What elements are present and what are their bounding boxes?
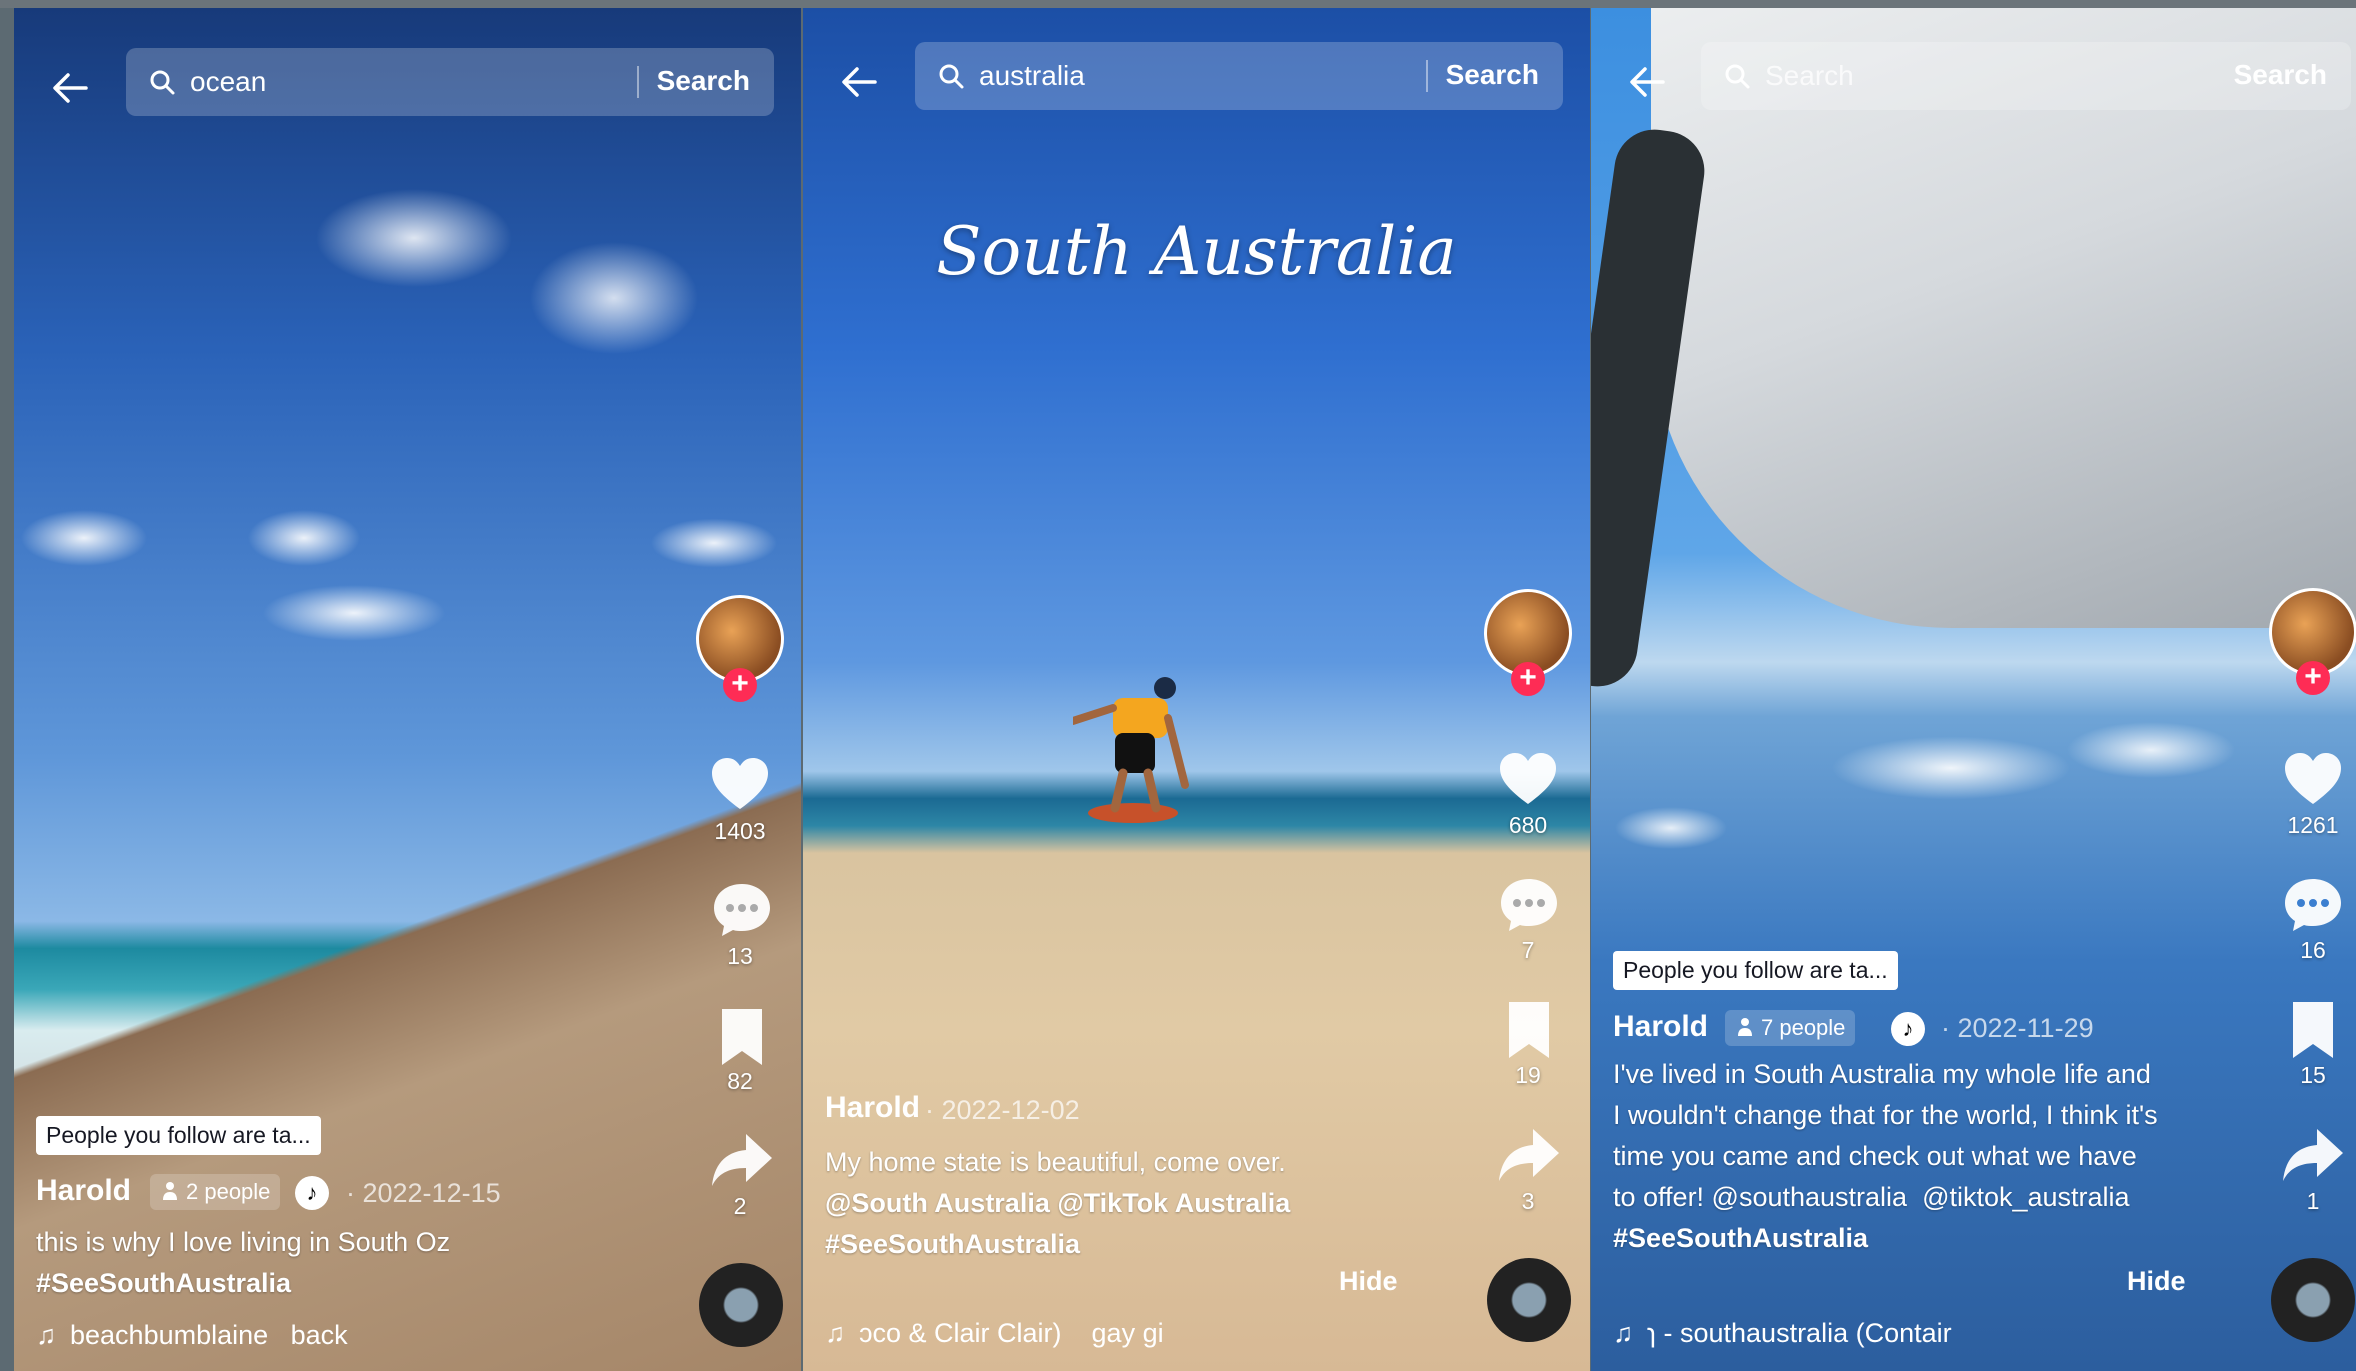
sandboarder-figure <box>1073 677 1189 823</box>
hashtag-link[interactable]: #SeeSouthAustralia <box>1613 1218 2213 1259</box>
hashtag-link[interactable]: #SeeSouthAustralia <box>36 1263 556 1304</box>
music-ticker[interactable]: ♫ ɿ - southaustralia (Contair <box>1613 1318 1952 1349</box>
like-count: 1403 <box>714 818 766 844</box>
author-name[interactable]: Harold <box>1613 1010 1708 1044</box>
share-count: 2 <box>733 1193 747 1219</box>
tiktok-logo-icon: ♪ <box>1891 1012 1925 1046</box>
search-bar[interactable]: ocean Search <box>126 48 774 116</box>
bookmark-icon[interactable] <box>1497 998 1561 1062</box>
comment-icon[interactable] <box>2281 873 2345 937</box>
follow-plus-icon[interactable]: + <box>723 668 757 702</box>
like-count: 680 <box>1508 812 1548 838</box>
post-date: · 2022-12-02 <box>925 1095 1080 1125</box>
caption-line: My home state is beautiful, come over. <box>825 1147 1286 1177</box>
music-disc-icon[interactable] <box>699 1263 783 1347</box>
back-arrow-icon[interactable] <box>50 68 90 108</box>
comment-count: 16 <box>2300 937 2326 963</box>
bookmark-icon[interactable] <box>710 1005 774 1069</box>
share-count: 1 <box>2306 1188 2320 1214</box>
video-caption: I've lived in South Australia my whole l… <box>1613 1054 2213 1259</box>
heart-icon[interactable] <box>1496 748 1560 812</box>
person-icon <box>163 1182 177 1200</box>
author-name[interactable]: Harold <box>36 1174 131 1208</box>
follow-plus-icon[interactable]: + <box>1511 662 1545 696</box>
comment-icon[interactable] <box>710 878 774 942</box>
video-caption: this is why I love living in South Oz #S… <box>36 1222 556 1304</box>
search-icon <box>1725 64 1750 89</box>
search-query[interactable]: australia <box>979 60 1085 92</box>
search-divider <box>637 66 639 98</box>
music-disc-icon[interactable] <box>2271 1258 2355 1342</box>
share-count: 3 <box>1521 1188 1535 1214</box>
share-icon[interactable] <box>710 1128 774 1192</box>
hide-caption-button[interactable]: Hide <box>2127 1266 2186 1297</box>
comment-count: 13 <box>727 943 753 969</box>
caption-line: time you came and check out what we have <box>1613 1141 2137 1171</box>
music-note-icon: ♫ <box>825 1318 846 1348</box>
people-you-follow-pill[interactable]: People you follow are ta... <box>1613 951 1898 990</box>
video-panel-3: Search Search + 1261 16 15 1 People you … <box>1591 8 2356 1371</box>
window-top-strip <box>0 0 2356 8</box>
people-badge[interactable]: 2 people <box>150 1174 281 1210</box>
music-title: ɿ - southaustralia (Contair <box>1647 1318 1952 1348</box>
search-icon <box>939 64 964 89</box>
back-arrow-icon[interactable] <box>839 62 879 102</box>
save-count: 82 <box>727 1068 753 1094</box>
search-placeholder[interactable]: Search <box>1765 60 1854 92</box>
music-disc-icon[interactable] <box>1487 1258 1571 1342</box>
search-bar[interactable]: Search Search <box>1701 42 2351 110</box>
author-name[interactable]: Harold <box>825 1091 920 1125</box>
search-query[interactable]: ocean <box>190 66 266 98</box>
video-overlay-title: South Australia <box>936 213 1457 290</box>
like-count: 1261 <box>2287 812 2339 838</box>
bookmark-icon[interactable] <box>2281 998 2345 1062</box>
video-caption: My home state is beautiful, come over. @… <box>825 1142 1385 1265</box>
video-panel-1: ocean Search + 1403 13 82 2 People you f… <box>14 8 801 1371</box>
search-button[interactable]: Search <box>1446 59 1539 91</box>
search-bar[interactable]: australia Search <box>915 42 1563 110</box>
save-count: 19 <box>1515 1062 1541 1088</box>
music-ticker[interactable]: ♫ beachbumblaine back <box>36 1320 348 1351</box>
music-note-icon: ♫ <box>36 1320 57 1350</box>
search-divider <box>1426 60 1428 92</box>
mention-links[interactable]: to offer! @southaustralia @tiktok_austra… <box>1613 1177 2213 1218</box>
people-count: 2 people <box>186 1179 271 1204</box>
people-count: 7 people <box>1761 1015 1846 1040</box>
search-button[interactable]: Search <box>2234 59 2327 91</box>
people-you-follow-pill[interactable]: People you follow are ta... <box>36 1116 321 1155</box>
heart-icon[interactable] <box>708 753 772 817</box>
search-button[interactable]: Search <box>657 65 750 97</box>
search-icon <box>150 70 175 95</box>
heart-icon[interactable] <box>2281 748 2345 812</box>
caption-line: I've lived in South Australia my whole l… <box>1613 1059 2151 1089</box>
music-ticker[interactable]: ♫ ɔco & Clair Clair) gay gi <box>825 1318 1164 1349</box>
music-title: ɔco & Clair Clair) gay gi <box>859 1318 1164 1348</box>
music-note-icon: ♫ <box>1613 1318 1634 1348</box>
post-date: · 2022-12-15 <box>346 1178 501 1208</box>
person-icon <box>1738 1018 1752 1036</box>
back-arrow-icon[interactable] <box>1627 62 1667 102</box>
hide-caption-button[interactable]: Hide <box>1339 1266 1398 1297</box>
comment-count: 7 <box>1521 937 1535 963</box>
caption-line: this is why I love living in South Oz <box>36 1227 451 1257</box>
caption-line: I wouldn't change that for the world, I … <box>1613 1100 2158 1130</box>
people-badge[interactable]: 7 people <box>1725 1010 1856 1046</box>
save-count: 15 <box>2300 1062 2326 1088</box>
share-icon[interactable] <box>1497 1123 1561 1187</box>
music-title: beachbumblaine back <box>70 1320 348 1350</box>
hashtag-link[interactable]: #SeeSouthAustralia <box>825 1224 1385 1265</box>
video-panel-2: australia Search South Australia + 680 7… <box>803 8 1590 1371</box>
follow-plus-icon[interactable]: + <box>2296 661 2330 695</box>
mention-links[interactable]: @South Australia @TikTok Australia <box>825 1183 1385 1224</box>
share-icon[interactable] <box>2281 1123 2345 1187</box>
tiktok-logo-icon: ♪ <box>295 1176 329 1210</box>
comment-icon[interactable] <box>1497 873 1561 937</box>
post-date: · 2022-11-29 <box>1941 1013 2094 1043</box>
